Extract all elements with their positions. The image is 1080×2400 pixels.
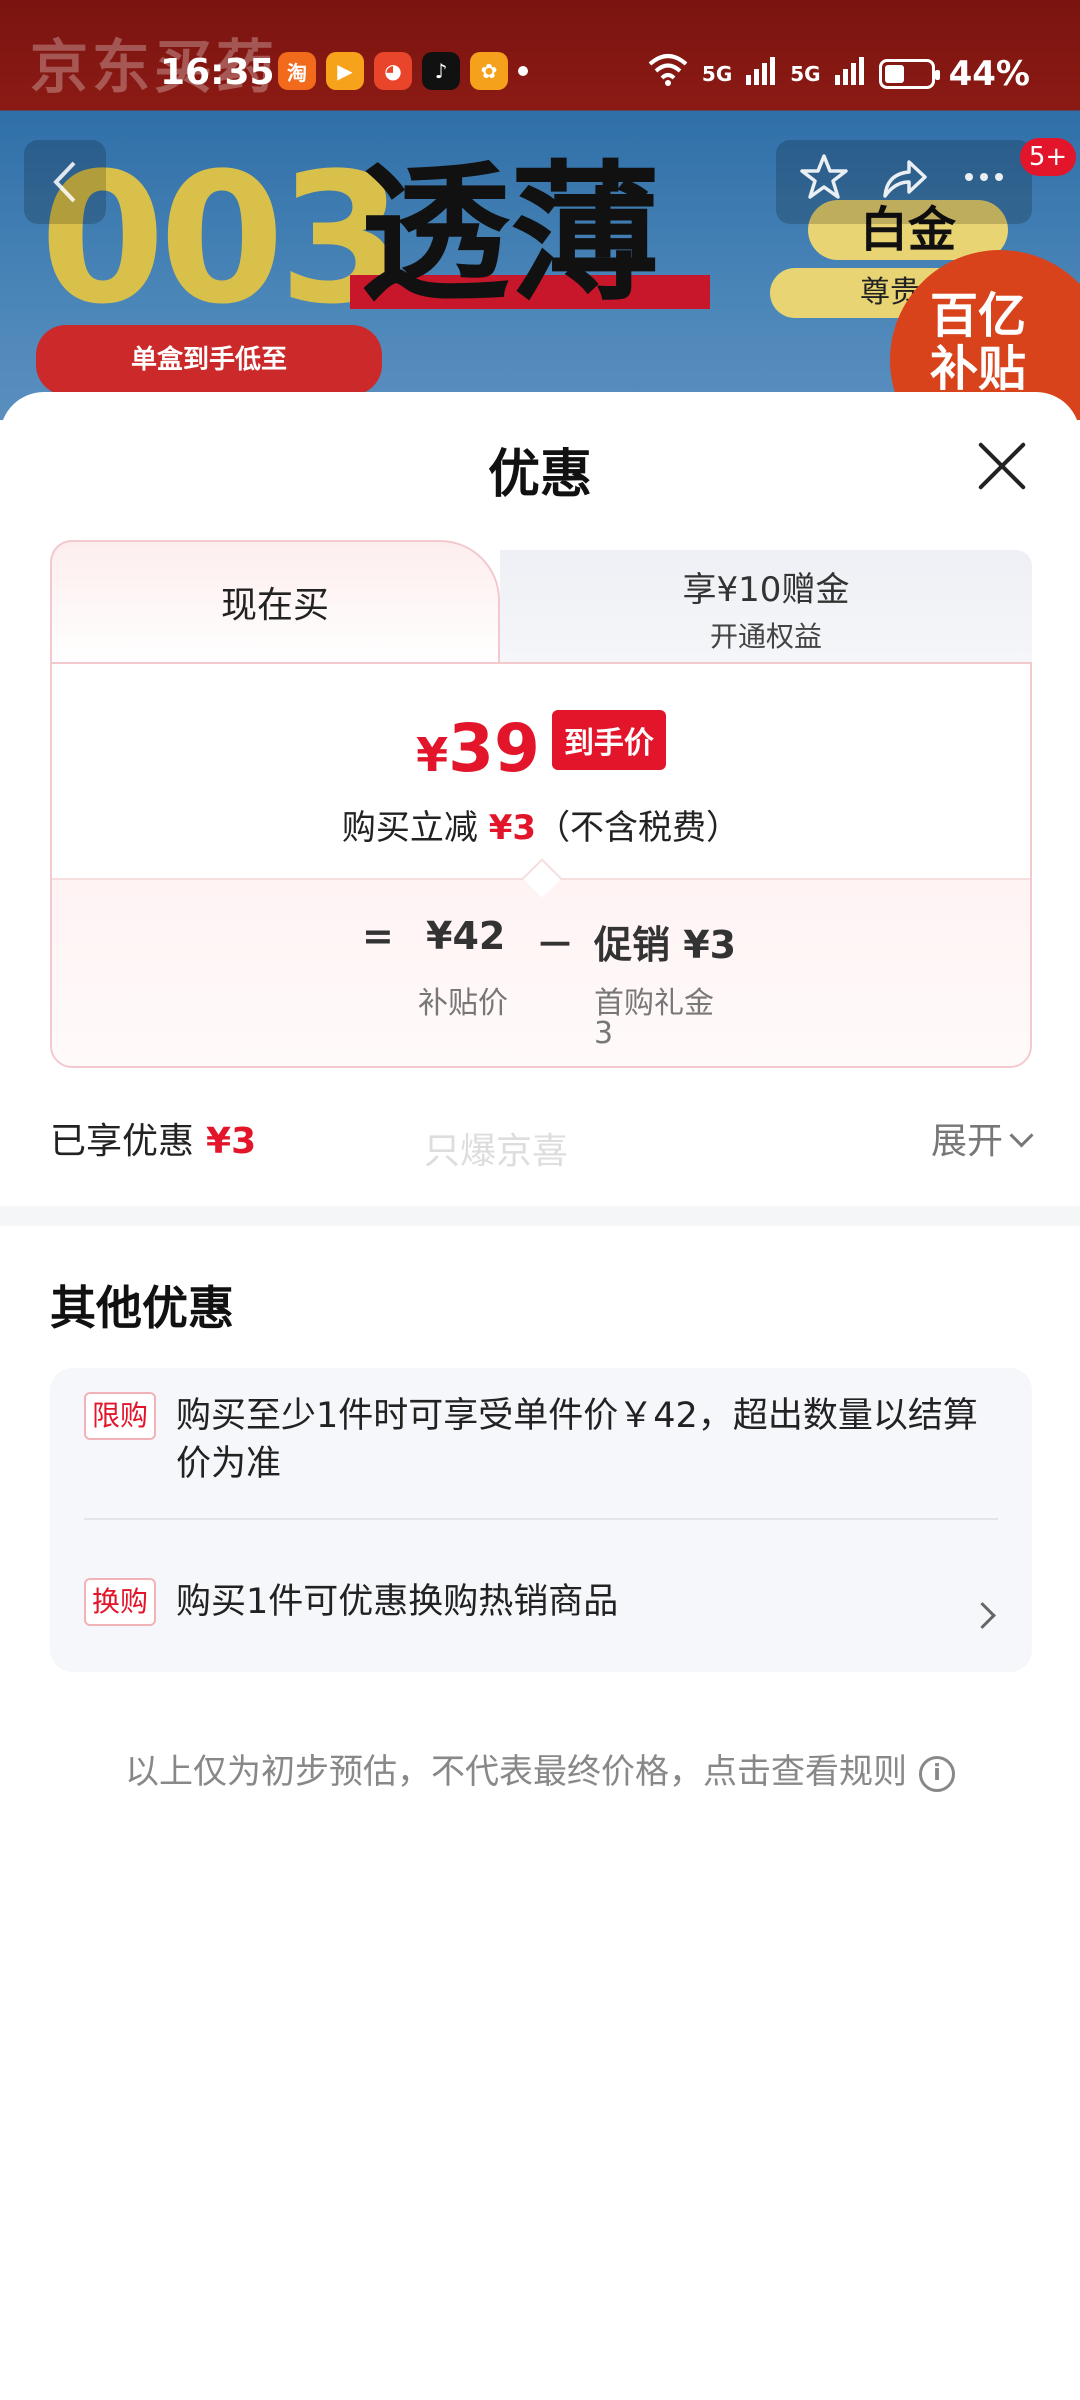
offer-tag-exchange: 换购 <box>84 1578 157 1626</box>
banner-price-pill: 单盒到手低至 <box>36 325 382 395</box>
more-options-icon[interactable] <box>959 152 1009 212</box>
discount-sheet: 优惠 现在买 享¥10赠金 开通权益 ¥39 到手价 购买立减 ¥3（不含税费） … <box>0 392 1080 2400</box>
calc-promo-sub2: 3 <box>594 1016 614 1051</box>
signal-bars-icon-2 <box>834 54 865 94</box>
expand-button[interactable]: 展开 <box>930 1112 1034 1164</box>
enjoyed-discount: 已享优惠 ¥3 <box>50 1112 256 1164</box>
offer-text-exchange: 购买1件可优惠换购热销商品 <box>176 1582 619 1622</box>
notification-icons: 淘 ▶ ◕ ♪ ✿ <box>278 52 528 90</box>
battery-percent: 44% <box>948 53 1030 94</box>
favorite-star-icon[interactable] <box>799 152 849 212</box>
calc-promo: 促销 ¥3 <box>594 923 737 967</box>
status-right: 5G 5G 44% <box>648 52 1030 95</box>
top-action-group <box>776 140 1032 224</box>
enjoyed-label: 已享优惠 <box>50 1121 195 1162</box>
ghost-watermark-text: 只爆京喜 <box>424 1131 569 1172</box>
offer-tag-limit: 限购 <box>84 1392 157 1440</box>
final-price: ¥39 到手价 <box>52 710 1030 787</box>
cart-count-badge: 5+ <box>1020 138 1076 176</box>
offer-divider <box>84 1518 998 1520</box>
offer-text-limit: 购买至少1件时可享受单件价￥42，超出数量以结算价为准 <box>176 1396 978 1484</box>
price-body: ¥39 到手价 购买立减 ¥3（不含税费） = ¥42 补贴价 － 促销 ¥3 首… <box>50 662 1032 1068</box>
chevron-down-icon <box>1009 1122 1034 1148</box>
signal-bars-icon-1 <box>746 54 776 94</box>
food-app-icon: ✿ <box>470 52 508 90</box>
other-offers-title: 其他优惠 <box>50 1281 234 1335</box>
calc-subsidy-label: 补贴价 <box>418 986 508 1021</box>
other-offers-card: 限购 购买至少1件时可享受单件价￥42，超出数量以结算价为准 换购 购买1件可优… <box>50 1368 1032 1672</box>
status-time: 16:35 <box>160 52 275 93</box>
disclaimer-text: 以上仅为初步预估，不代表最终价格，点击查看规则 <box>125 1752 907 1792</box>
expand-label: 展开 <box>930 1121 1003 1162</box>
close-button[interactable] <box>972 436 1032 496</box>
calc-minus: － <box>536 923 575 967</box>
taobao-app-icon: 淘 <box>278 52 316 90</box>
battery-icon <box>878 58 940 89</box>
tab-buy-now[interactable]: 现在买 <box>50 540 500 664</box>
sheet-title: 优惠 <box>487 445 592 505</box>
more-notifications-dot <box>518 66 528 76</box>
price-currency: ¥ <box>416 728 449 782</box>
offer-row-limit: 限购 购买至少1件时可享受单件价￥42，超出数量以结算价为准 <box>84 1392 998 1488</box>
signal-5g-label-1: 5G <box>701 61 733 86</box>
tab-member-benefit[interactable]: 享¥10赠金 开通权益 <box>500 550 1032 664</box>
price-card: 现在买 享¥10赠金 开通权益 ¥39 到手价 购买立减 ¥3（不含税费） = ¥… <box>50 540 1032 1068</box>
back-arrow-icon <box>53 161 76 203</box>
enjoyed-amount: ¥3 <box>206 1121 257 1162</box>
tab-member-title: 享¥10赠金 <box>682 570 850 610</box>
price-description: 购买立减 ¥3（不含税费） <box>52 800 1030 849</box>
video-app-icon: ▶ <box>326 52 364 90</box>
desc-prefix: 购买立减 <box>341 808 478 848</box>
info-icon[interactable]: i <box>919 1755 955 1792</box>
share-icon[interactable] <box>879 152 929 212</box>
back-button[interactable] <box>24 140 106 224</box>
tiktok-app-icon: ♪ <box>422 52 460 90</box>
shopping-app-icon: ◕ <box>374 52 412 90</box>
price-amount: 39 <box>448 710 540 787</box>
price-disclaimer[interactable]: 以上仅为初步预估，不代表最终价格，点击查看规则 i <box>0 1744 1080 1793</box>
calc-equals: = <box>362 914 394 958</box>
wifi-icon <box>648 52 688 95</box>
status-bar: 16:35 淘 ▶ ◕ ♪ ✿ 5G 5G 44% <box>0 0 1080 140</box>
section-divider <box>0 1206 1080 1226</box>
final-price-tag: 到手价 <box>551 710 666 770</box>
desc-suffix: （不含税费） <box>536 808 741 848</box>
banner-promo-word: 透薄 <box>360 148 661 322</box>
calc-subsidy-price: ¥42 <box>426 914 506 958</box>
signal-5g-label-2: 5G <box>790 61 821 86</box>
desc-amount: ¥3 <box>488 808 537 848</box>
price-breakdown <box>52 878 1030 1066</box>
offer-row-exchange[interactable]: 换购 购买1件可优惠换购热销商品 <box>84 1578 998 1626</box>
tab-member-subtitle: 开通权益 <box>709 620 822 653</box>
